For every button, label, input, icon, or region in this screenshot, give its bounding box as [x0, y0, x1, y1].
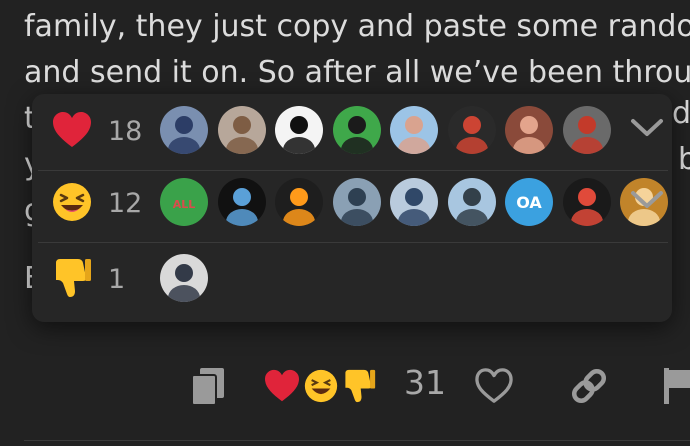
- reactions-summary[interactable]: [264, 364, 376, 408]
- reactions-popup: 18 12 ALL OA 1: [32, 94, 672, 322]
- laughing-face-icon: [50, 180, 94, 224]
- avatar-cow-glasses[interactable]: [505, 106, 553, 154]
- avatar-dark-logo[interactable]: [217, 178, 266, 226]
- reaction-row-heart[interactable]: 18: [32, 94, 672, 166]
- post-fragment: ds: [672, 96, 690, 131]
- avatar-goose[interactable]: [447, 178, 496, 226]
- avatar-circuit[interactable]: [562, 178, 611, 226]
- chevron-down-icon[interactable]: [630, 118, 664, 138]
- divider: [24, 440, 690, 441]
- avatar-man-suit[interactable]: [160, 254, 208, 302]
- avatar-man-blue[interactable]: [390, 178, 438, 226]
- avatar-robot-figure[interactable]: [160, 106, 208, 154]
- post-fragment: b: [678, 142, 690, 177]
- avatar-person-cap[interactable]: [390, 106, 438, 154]
- chevron-down-icon[interactable]: [630, 190, 664, 210]
- svg-text:OA: OA: [516, 193, 542, 212]
- avatar-orange-ring[interactable]: [275, 178, 323, 226]
- reaction-row-laughing[interactable]: 12 ALL OA: [32, 166, 672, 238]
- avatar-red-robot[interactable]: [562, 106, 611, 154]
- thumbs-down-icon: [345, 369, 376, 403]
- avatar-hamster[interactable]: [217, 106, 266, 154]
- reaction-count: 12: [108, 188, 143, 219]
- avatar-green-car[interactable]: [332, 106, 381, 154]
- avatar-oa-initials[interactable]: OA: [505, 178, 553, 226]
- post-line: family, they just copy and paste some ra…: [24, 9, 690, 44]
- heart-icon: [50, 108, 94, 152]
- reaction-count: 18: [108, 116, 143, 147]
- thumbs-down-icon: [50, 256, 94, 300]
- flag-icon[interactable]: [662, 364, 690, 408]
- like-heart-icon[interactable]: [474, 364, 514, 408]
- avatar-emblem-white[interactable]: [275, 106, 323, 154]
- laughing-face-icon: [304, 369, 338, 403]
- copy-icon[interactable]: [190, 364, 226, 408]
- link-icon[interactable]: [568, 364, 610, 408]
- reaction-count: 1: [108, 264, 126, 295]
- avatar-devolution[interactable]: [447, 106, 496, 154]
- heart-icon: [265, 369, 299, 402]
- likes-count[interactable]: 31: [404, 363, 446, 402]
- post-line: and send it on. So after all we’ve been …: [24, 55, 690, 90]
- avatar-cartoon-rainbow[interactable]: ALL: [160, 178, 208, 226]
- avatar-landscape[interactable]: [332, 178, 381, 226]
- reaction-row-thumbs-down[interactable]: 1: [32, 242, 672, 314]
- svg-text:ALL: ALL: [173, 198, 196, 211]
